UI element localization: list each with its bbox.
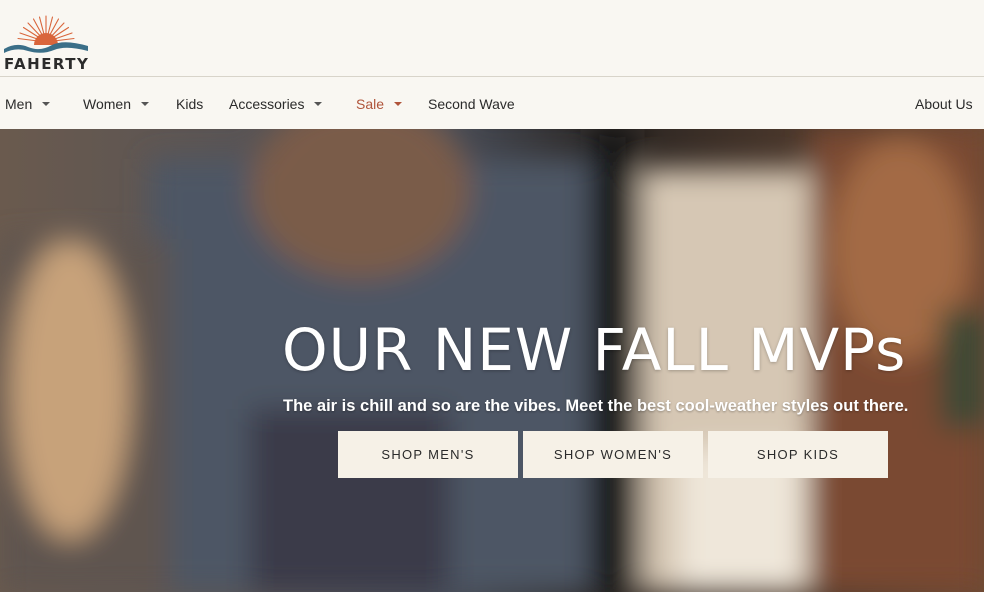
hero-subtitle: The air is chill and so are the vibes. M… [283,397,909,415]
nav-accessories[interactable]: Accessories [229,78,323,129]
chevron-down-icon [42,101,51,106]
nav-accessories-label: Accessories [229,95,305,112]
shop-womens-button[interactable]: SHOP WOMEN'S [523,431,703,478]
nav-men[interactable]: Men [5,78,51,129]
main-navigation: Men Women Kids Accessories Sale Second W… [0,78,984,129]
nav-sale[interactable]: Sale [356,78,403,129]
hero-banner: OUR NEW FALL MVPs The air is chill and s… [0,129,984,592]
chevron-down-icon [314,101,323,106]
nav-second-wave[interactable]: Second Wave [428,78,515,129]
chevron-down-icon [394,101,403,106]
nav-kids[interactable]: Kids [176,78,203,129]
nav-about-label: About Us [915,95,973,112]
nav-second-wave-label: Second Wave [428,95,515,112]
nav-men-label: Men [5,95,33,112]
nav-women[interactable]: Women [83,78,149,129]
nav-kids-label: Kids [176,95,204,112]
nav-sale-label: Sale [356,95,385,112]
brand-name: FAHERTY [4,55,90,73]
faherty-logo[interactable]: FAHERTY [4,12,90,73]
nav-women-label: Women [83,95,131,112]
shop-kids-button[interactable]: SHOP KIDS [708,431,888,478]
nav-about-us[interactable]: About Us [915,78,973,129]
site-header: FAHERTY [0,0,984,77]
chevron-down-icon [140,101,149,106]
hero-title: OUR NEW FALL MVPs [282,316,907,384]
sunrise-logo-icon [4,15,88,53]
shop-mens-button[interactable]: SHOP MEN'S [338,431,518,478]
